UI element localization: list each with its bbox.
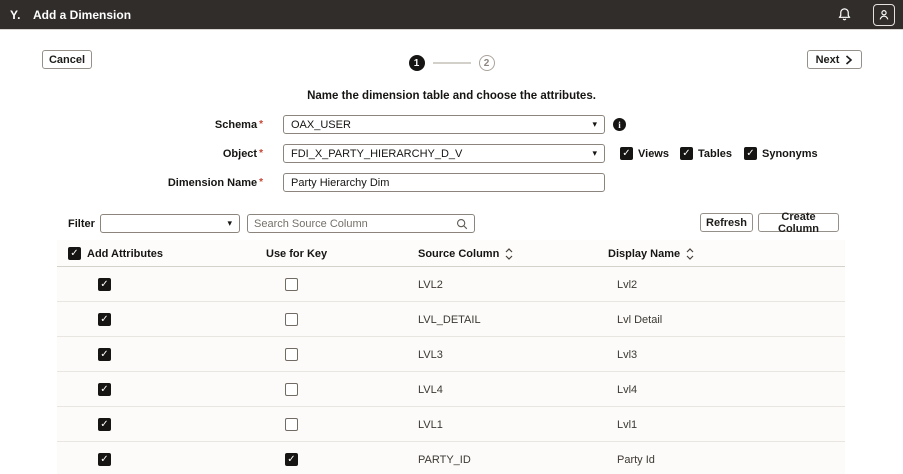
views-checkbox[interactable]	[620, 147, 633, 160]
source-column-header[interactable]: Source Column	[418, 240, 513, 267]
chevron-right-icon	[845, 55, 853, 65]
table-row: LVL2 Lvl2	[57, 267, 845, 302]
add-attribute-checkbox[interactable]	[98, 278, 111, 291]
step-indicator: 1 2	[0, 55, 903, 71]
add-dimension-page: Y. Add a Dimension Cancel 1 2 Next Name …	[0, 0, 903, 474]
table-row: PARTY_ID Party Id	[57, 442, 845, 474]
user-icon	[877, 8, 891, 22]
display-name-cell: Lvl Detail	[617, 302, 662, 337]
add-attribute-checkbox[interactable]	[98, 453, 111, 466]
table-row: LVL3 Lvl3	[57, 337, 845, 372]
views-label: Views	[638, 148, 669, 160]
dimension-name-label: Dimension Name*	[120, 177, 263, 189]
dimension-name-value: Party Hierarchy Dim	[291, 177, 389, 189]
display-name-cell: Lvl2	[617, 267, 637, 302]
views-checkbox-group[interactable]: Views	[620, 147, 669, 160]
source-column-cell: LVL2	[418, 267, 443, 302]
info-icon[interactable]: i	[613, 118, 626, 131]
sort-icon[interactable]	[686, 248, 694, 260]
page-title: Add a Dimension	[33, 8, 131, 22]
use-for-key-checkbox[interactable]	[285, 348, 298, 361]
synonyms-checkbox[interactable]	[744, 147, 757, 160]
search-input[interactable]	[254, 218, 456, 230]
use-for-key-checkbox[interactable]	[285, 313, 298, 326]
user-menu-button[interactable]	[873, 4, 895, 26]
use-for-key-checkbox[interactable]	[285, 383, 298, 396]
create-column-button[interactable]: Create Column	[758, 213, 839, 232]
display-name-cell: Lvl4	[617, 372, 637, 407]
schema-select[interactable]: OAX_USER ▾	[283, 115, 605, 134]
table-body: LVL2 Lvl2 LVL_DETAIL Lvl Detail LVL3 Lvl…	[57, 267, 845, 474]
schema-value: OAX_USER	[291, 119, 351, 131]
tables-label: Tables	[698, 148, 732, 160]
search-source-column[interactable]	[247, 214, 475, 233]
required-asterisk: *	[259, 148, 263, 159]
required-asterisk: *	[259, 119, 263, 130]
table-row: LVL_DETAIL Lvl Detail	[57, 302, 845, 337]
schema-label: Schema*	[150, 119, 263, 131]
source-column-header-label: Source Column	[418, 248, 499, 260]
step-2[interactable]: 2	[479, 55, 495, 71]
chevron-down-icon: ▾	[227, 219, 232, 228]
use-for-key-checkbox[interactable]	[285, 453, 298, 466]
table-row: LVL1 Lvl1	[57, 407, 845, 442]
display-name-cell: Lvl1	[617, 407, 637, 442]
display-name-cell: Party Id	[617, 442, 655, 474]
add-attribute-checkbox[interactable]	[98, 348, 111, 361]
source-column-cell: LVL1	[418, 407, 443, 442]
notifications-button[interactable]	[833, 4, 855, 26]
next-button-label: Next	[816, 54, 840, 66]
object-label: Object*	[150, 148, 263, 160]
tables-checkbox-group[interactable]: Tables	[680, 147, 732, 160]
use-for-key-header: Use for Key	[266, 240, 327, 267]
object-select[interactable]: FDI_X_PARTY_HIERARCHY_D_V ▾	[283, 144, 605, 163]
display-name-cell: Lvl3	[617, 337, 637, 372]
table-header-row: Add Attributes Use for Key Source Column…	[57, 240, 845, 267]
bell-icon	[837, 7, 852, 22]
source-column-cell: LVL3	[418, 337, 443, 372]
filter-select[interactable]: ▾	[100, 214, 240, 233]
display-name-header-label: Display Name	[608, 248, 680, 260]
tables-checkbox[interactable]	[680, 147, 693, 160]
search-icon	[456, 218, 468, 230]
use-for-key-checkbox[interactable]	[285, 278, 298, 291]
display-name-header[interactable]: Display Name	[608, 240, 694, 267]
attributes-table: Add Attributes Use for Key Source Column…	[57, 240, 845, 474]
app-logo: Y.	[10, 8, 21, 22]
add-attribute-checkbox[interactable]	[98, 383, 111, 396]
add-attribute-checkbox[interactable]	[98, 313, 111, 326]
step-1[interactable]: 1	[409, 55, 425, 71]
required-asterisk: *	[259, 177, 263, 188]
chevron-down-icon: ▾	[592, 149, 597, 158]
instruction-text: Name the dimension table and choose the …	[0, 90, 903, 102]
add-attributes-header-label: Add Attributes	[87, 248, 163, 260]
source-column-cell: LVL_DETAIL	[418, 302, 481, 337]
next-button[interactable]: Next	[807, 50, 862, 69]
synonyms-checkbox-group[interactable]: Synonyms	[744, 147, 818, 160]
refresh-button[interactable]: Refresh	[700, 213, 753, 232]
object-value: FDI_X_PARTY_HIERARCHY_D_V	[291, 148, 462, 160]
sort-icon[interactable]	[505, 248, 513, 260]
select-all-checkbox[interactable]	[68, 247, 81, 260]
step-connector	[433, 62, 471, 64]
filter-label: Filter	[68, 218, 95, 230]
source-column-cell: PARTY_ID	[418, 442, 471, 474]
use-for-key-checkbox[interactable]	[285, 418, 298, 431]
synonyms-label: Synonyms	[762, 148, 818, 160]
source-column-cell: LVL4	[418, 372, 443, 407]
add-attribute-checkbox[interactable]	[98, 418, 111, 431]
add-attributes-header: Add Attributes	[68, 240, 163, 267]
dimension-name-input[interactable]: Party Hierarchy Dim	[283, 173, 605, 192]
chevron-down-icon: ▾	[592, 120, 597, 129]
top-bar: Y. Add a Dimension	[0, 0, 903, 29]
table-row: LVL4 Lvl4	[57, 372, 845, 407]
